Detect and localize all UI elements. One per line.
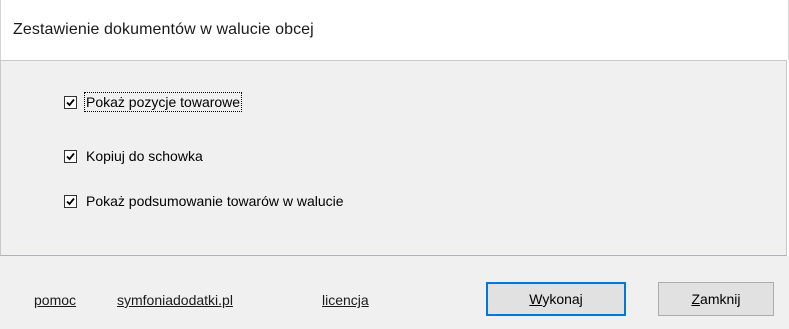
execute-button-label: Wykonaj [529,291,583,307]
dialog-footer: pomoc symfoniadodatki.pl licencja Wykona… [0,256,789,329]
option-show-currency-summary[interactable]: Pokaż podsumowanie towarów w walucie [64,193,344,209]
option-label-show-item-positions: Pokaż pozycje towarowe [83,92,243,112]
license-link[interactable]: licencja [322,292,369,308]
execute-button[interactable]: Wykonaj [486,282,626,316]
check-mark-icon [66,98,75,106]
checkbox-show-item-positions[interactable] [64,95,77,109]
close-button[interactable]: Zamknij [658,282,774,316]
checkbox-show-currency-summary[interactable] [64,194,77,208]
option-show-item-positions[interactable]: Pokaż pozycje towarowe [64,92,243,112]
option-copy-to-clipboard[interactable]: Kopiuj do schowka [64,148,203,164]
help-link[interactable]: pomoc [34,292,76,308]
website-link[interactable]: symfoniadodatki.pl [117,292,233,308]
check-mark-icon [66,152,75,160]
options-panel: Pokaż pozycje towarowe Kopiuj do schowka… [0,60,787,256]
option-label-copy-to-clipboard: Kopiuj do schowka [86,148,203,164]
check-mark-icon [66,197,75,205]
checkbox-copy-to-clipboard[interactable] [64,149,77,163]
dialog-title-bar: Zestawienie dokumentów w walucie obcej [0,0,789,60]
close-button-label: Zamknij [691,291,741,307]
option-label-show-currency-summary: Pokaż podsumowanie towarów w walucie [86,193,344,209]
dialog-title: Zestawienie dokumentów w walucie obcej [13,21,314,38]
